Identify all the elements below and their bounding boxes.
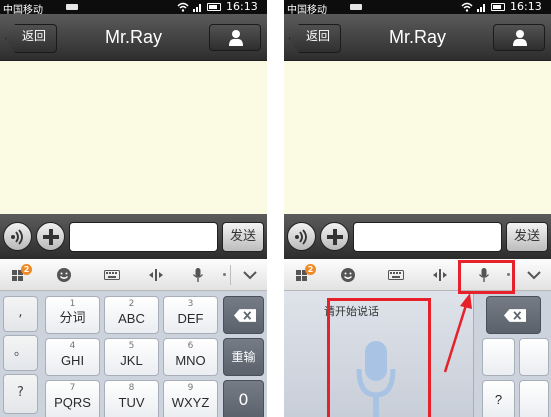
- cursor-move-icon[interactable]: [148, 267, 164, 283]
- signal-icon: [477, 4, 485, 12]
- highlight-box-mic-button: [458, 260, 515, 294]
- attach-plus-button[interactable]: [320, 222, 349, 251]
- wifi-icon: [177, 2, 189, 12]
- back-button[interactable]: 返回: [289, 24, 339, 51]
- input-bar: 发送: [284, 214, 551, 259]
- attach-plus-button[interactable]: [36, 222, 65, 251]
- highlight-box-voice-panel: [327, 298, 431, 417]
- plus-icon: [43, 229, 59, 245]
- key-1[interactable]: 1 分词: [45, 296, 100, 334]
- emoji-icon[interactable]: [56, 267, 72, 283]
- key-label: TUV: [118, 395, 145, 410]
- key-number: 9: [187, 383, 194, 393]
- voice-toggle-button[interactable]: [287, 222, 316, 251]
- comma-key[interactable]: ,: [3, 296, 38, 332]
- key-2[interactable]: 2 ABC: [104, 296, 159, 334]
- clock: 16:13: [226, 0, 258, 13]
- notification-icon: [66, 4, 78, 10]
- chevron-down-icon[interactable]: [526, 267, 542, 283]
- emoji-icon[interactable]: [340, 267, 356, 283]
- backspace-key[interactable]: [486, 296, 541, 334]
- keyboard-icon[interactable]: [388, 267, 404, 283]
- key-label: GHI: [60, 353, 85, 368]
- key-label: PQRS: [54, 395, 91, 410]
- key-8[interactable]: 8 TUV: [104, 380, 159, 417]
- notification-badge: 2: [305, 264, 316, 275]
- left-phone-screen: 中国移动 16:13 Mr.Ray 返回 发送 2 , 。 ? 1 分词 2 A…: [0, 0, 267, 417]
- key-number: 7: [69, 383, 76, 393]
- key-6[interactable]: 6 MNO: [163, 338, 218, 376]
- message-input[interactable]: [69, 222, 218, 252]
- key-3[interactable]: 3 DEF: [163, 296, 218, 334]
- person-icon: [513, 30, 527, 46]
- key-number: 8: [128, 383, 135, 393]
- notification-badge: 2: [21, 264, 32, 275]
- microphone-icon[interactable]: [190, 267, 206, 283]
- profile-button[interactable]: [209, 24, 261, 51]
- keyboard-icon[interactable]: [104, 267, 120, 283]
- period-key[interactable]: 。: [3, 335, 38, 371]
- key-label: ABC: [118, 311, 145, 326]
- key-label: DEF: [177, 311, 204, 326]
- punct-key[interactable]: [482, 338, 515, 376]
- plus-icon: [327, 229, 343, 245]
- sound-wave-icon: [11, 229, 23, 245]
- key-label: JKL: [120, 353, 143, 368]
- punct-key[interactable]: [519, 380, 549, 417]
- message-input[interactable]: [353, 222, 502, 252]
- cursor-move-icon[interactable]: [432, 267, 448, 283]
- key-number: 2: [128, 299, 135, 309]
- toolbar-dot: [223, 273, 226, 276]
- send-button[interactable]: 发送: [506, 222, 548, 252]
- key-label: WXYZ: [171, 395, 210, 410]
- wifi-icon: [461, 2, 473, 12]
- toolbar-separator: [230, 265, 231, 285]
- status-bar: 中国移动 16:13: [284, 0, 551, 16]
- question-key[interactable]: ?: [3, 374, 38, 414]
- status-bar: 中国移动 16:13: [0, 0, 267, 16]
- key-number: 5: [128, 341, 135, 351]
- backspace-icon: [504, 309, 526, 322]
- key-number: 4: [69, 341, 76, 351]
- back-button[interactable]: 返回: [5, 24, 55, 51]
- ime-toolbar: 2: [0, 259, 267, 291]
- t9-keyboard: , 。 ? 1 分词 2 ABC 3 DEF 4 GHI 5 JKL 6 MNO…: [0, 291, 267, 417]
- right-phone-screen: 中国移动 16:13 Mr.Ray 返回 发送 2 请开始说话 ?: [284, 0, 551, 417]
- profile-button[interactable]: [493, 24, 545, 51]
- clock: 16:13: [510, 0, 542, 13]
- zero-key[interactable]: 0: [223, 380, 264, 417]
- notification-icon: [350, 4, 362, 10]
- key-number: 3: [187, 299, 194, 309]
- backspace-icon: [234, 309, 256, 322]
- key-7[interactable]: 7 PQRS: [45, 380, 100, 417]
- input-bar: 发送: [0, 214, 267, 259]
- key-5[interactable]: 5 JKL: [104, 338, 159, 376]
- key-number: 6: [187, 341, 194, 351]
- chevron-down-icon[interactable]: [242, 267, 258, 283]
- reinput-key[interactable]: 重输: [223, 338, 264, 376]
- backspace-key[interactable]: [223, 296, 264, 334]
- key-label: ?: [494, 392, 503, 407]
- punct-key[interactable]: [519, 338, 549, 376]
- question-key[interactable]: ?: [482, 380, 515, 417]
- key-9[interactable]: 9 WXYZ: [163, 380, 218, 417]
- key-4[interactable]: 4 GHI: [45, 338, 100, 376]
- keyboard-right-column: ?: [474, 291, 551, 417]
- title-bar: Mr.Ray 返回: [0, 14, 267, 61]
- person-icon: [229, 30, 243, 46]
- battery-icon: [491, 3, 505, 11]
- send-button[interactable]: 发送: [222, 222, 264, 252]
- title-bar: Mr.Ray 返回: [284, 14, 551, 61]
- signal-icon: [193, 4, 201, 12]
- key-label: 分词: [59, 310, 86, 325]
- red-arrow-icon: [443, 293, 472, 373]
- voice-toggle-button[interactable]: [3, 222, 32, 251]
- sound-wave-icon: [295, 229, 307, 245]
- battery-icon: [207, 3, 221, 11]
- key-label: MNO: [175, 353, 206, 368]
